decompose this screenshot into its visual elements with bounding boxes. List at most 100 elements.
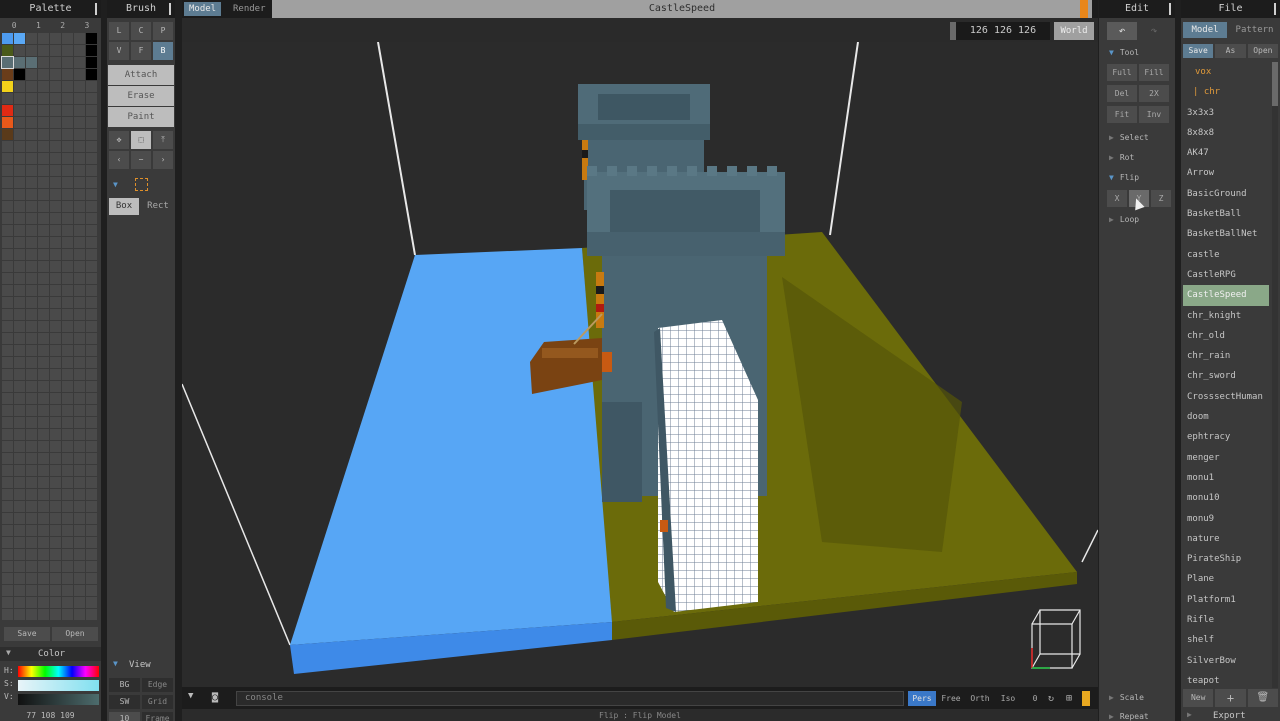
palette-swatch[interactable] bbox=[50, 525, 61, 536]
palette-swatch[interactable] bbox=[14, 489, 25, 500]
palette-swatch[interactable] bbox=[50, 561, 61, 572]
palette-swatch[interactable] bbox=[50, 549, 61, 560]
palette-swatch[interactable] bbox=[2, 381, 13, 392]
palette-swatch[interactable] bbox=[38, 513, 49, 524]
palette-swatch[interactable] bbox=[14, 129, 25, 140]
file-open-button[interactable]: Open bbox=[1247, 44, 1278, 58]
palette-swatch[interactable] bbox=[86, 117, 97, 128]
palette-swatch[interactable] bbox=[74, 489, 85, 500]
flip-z-button[interactable]: Z bbox=[1151, 190, 1171, 207]
brush-mode-p[interactable]: P bbox=[153, 22, 173, 40]
palette-swatch[interactable] bbox=[50, 261, 61, 272]
palette-swatch[interactable] bbox=[86, 261, 97, 272]
palette-swatch[interactable] bbox=[74, 501, 85, 512]
palette-swatch[interactable] bbox=[86, 165, 97, 176]
palette-swatch[interactable] bbox=[2, 393, 13, 404]
palette-swatch[interactable] bbox=[86, 225, 97, 236]
file-list-item[interactable]: nature bbox=[1183, 529, 1269, 549]
brush-mode-l[interactable]: L bbox=[109, 22, 129, 40]
file-list-item[interactable]: BasketBall bbox=[1183, 204, 1269, 224]
palette-swatch[interactable] bbox=[26, 333, 37, 344]
palette-swatch[interactable] bbox=[86, 45, 97, 56]
file-list-item[interactable]: Arrow bbox=[1183, 163, 1269, 183]
palette-swatch[interactable] bbox=[38, 345, 49, 356]
palette-swatch[interactable] bbox=[86, 81, 97, 92]
file-save-as-button[interactable]: As bbox=[1215, 44, 1246, 58]
palette-swatch[interactable] bbox=[62, 609, 73, 620]
reset-view-icon[interactable]: ↻ bbox=[1044, 691, 1058, 706]
palette-swatch[interactable] bbox=[50, 189, 61, 200]
palette-swatch[interactable] bbox=[2, 597, 13, 608]
palette-swatch[interactable] bbox=[14, 117, 25, 128]
file-tab-pattern[interactable]: Pattern bbox=[1231, 22, 1278, 38]
palette-swatch[interactable] bbox=[26, 129, 37, 140]
palette-swatch[interactable] bbox=[86, 585, 97, 596]
palette-swatch[interactable] bbox=[26, 537, 37, 548]
palette-swatch[interactable] bbox=[2, 69, 13, 80]
palette-swatch[interactable] bbox=[50, 477, 61, 488]
palette-swatch[interactable] bbox=[50, 237, 61, 248]
attach-button[interactable]: Attach bbox=[108, 65, 174, 85]
palette-swatch[interactable] bbox=[50, 249, 61, 260]
palette-swatch[interactable] bbox=[86, 453, 97, 464]
palette-swatch[interactable] bbox=[62, 117, 73, 128]
palette-swatch[interactable] bbox=[2, 489, 13, 500]
palette-swatch[interactable] bbox=[38, 81, 49, 92]
palette-swatch[interactable] bbox=[14, 369, 25, 380]
free-mode-button[interactable]: Free bbox=[938, 691, 964, 706]
palette-swatch[interactable] bbox=[2, 573, 13, 584]
file-list-item[interactable]: CastleSpeed bbox=[1183, 285, 1269, 306]
file-list-item[interactable]: ephtracy bbox=[1183, 427, 1269, 447]
palette-swatch[interactable] bbox=[14, 213, 25, 224]
palette-swatch[interactable] bbox=[26, 345, 37, 356]
console-input[interactable]: console bbox=[236, 691, 904, 706]
camera-icon[interactable]: ◙ bbox=[206, 690, 224, 706]
palette-swatch[interactable] bbox=[2, 189, 13, 200]
palette-swatch[interactable] bbox=[2, 309, 13, 320]
palette-swatch[interactable] bbox=[50, 453, 61, 464]
palette-swatch[interactable] bbox=[26, 273, 37, 284]
palette-swatch[interactable] bbox=[86, 285, 97, 296]
palette-swatch[interactable] bbox=[74, 417, 85, 428]
palette-swatch[interactable] bbox=[86, 609, 97, 620]
fit-button[interactable]: Fit bbox=[1107, 106, 1137, 123]
palette-swatch[interactable] bbox=[74, 69, 85, 80]
file-list-item[interactable]: chr_knight bbox=[1183, 306, 1269, 326]
palette-swatch[interactable] bbox=[2, 33, 13, 44]
palette-swatch[interactable] bbox=[14, 57, 25, 68]
palette-swatch[interactable] bbox=[62, 405, 73, 416]
palette-swatch[interactable] bbox=[74, 513, 85, 524]
palette-swatch[interactable] bbox=[86, 189, 97, 200]
palette-swatch[interactable] bbox=[14, 249, 25, 260]
palette-swatch[interactable] bbox=[62, 333, 73, 344]
palette-swatch[interactable] bbox=[74, 477, 85, 488]
palette-swatch[interactable] bbox=[62, 69, 73, 80]
palette-swatch[interactable] bbox=[74, 297, 85, 308]
palette-swatch[interactable] bbox=[14, 465, 25, 476]
file-list-item[interactable]: monu9 bbox=[1183, 509, 1269, 529]
brush-mode-f[interactable]: F bbox=[131, 42, 151, 60]
palette-swatch[interactable] bbox=[38, 285, 49, 296]
palette-save-button[interactable]: Save bbox=[4, 627, 50, 641]
palette-swatch[interactable] bbox=[26, 393, 37, 404]
palette-swatch[interactable] bbox=[38, 117, 49, 128]
palette-swatch[interactable] bbox=[62, 57, 73, 68]
saturation-slider[interactable] bbox=[18, 680, 99, 691]
palette-swatch[interactable] bbox=[38, 465, 49, 476]
zoom-value[interactable]: 0 bbox=[1028, 691, 1042, 706]
file-list-item[interactable]: chr_old bbox=[1183, 326, 1269, 346]
palette-swatch[interactable] bbox=[62, 45, 73, 56]
palette-swatch[interactable] bbox=[50, 465, 61, 476]
palette-swatch[interactable] bbox=[26, 57, 37, 68]
palette-swatch[interactable] bbox=[74, 381, 85, 392]
palette-swatch[interactable] bbox=[86, 381, 97, 392]
palette-swatch[interactable] bbox=[74, 33, 85, 44]
palette-swatch[interactable] bbox=[38, 585, 49, 596]
palette-swatch[interactable] bbox=[26, 609, 37, 620]
palette-swatch[interactable] bbox=[50, 129, 61, 140]
palette-swatch[interactable] bbox=[50, 321, 61, 332]
palette-swatch[interactable] bbox=[74, 333, 85, 344]
palette-swatch[interactable] bbox=[74, 585, 85, 596]
file-tab-model[interactable]: Model bbox=[1183, 22, 1227, 38]
palette-swatch[interactable] bbox=[50, 369, 61, 380]
